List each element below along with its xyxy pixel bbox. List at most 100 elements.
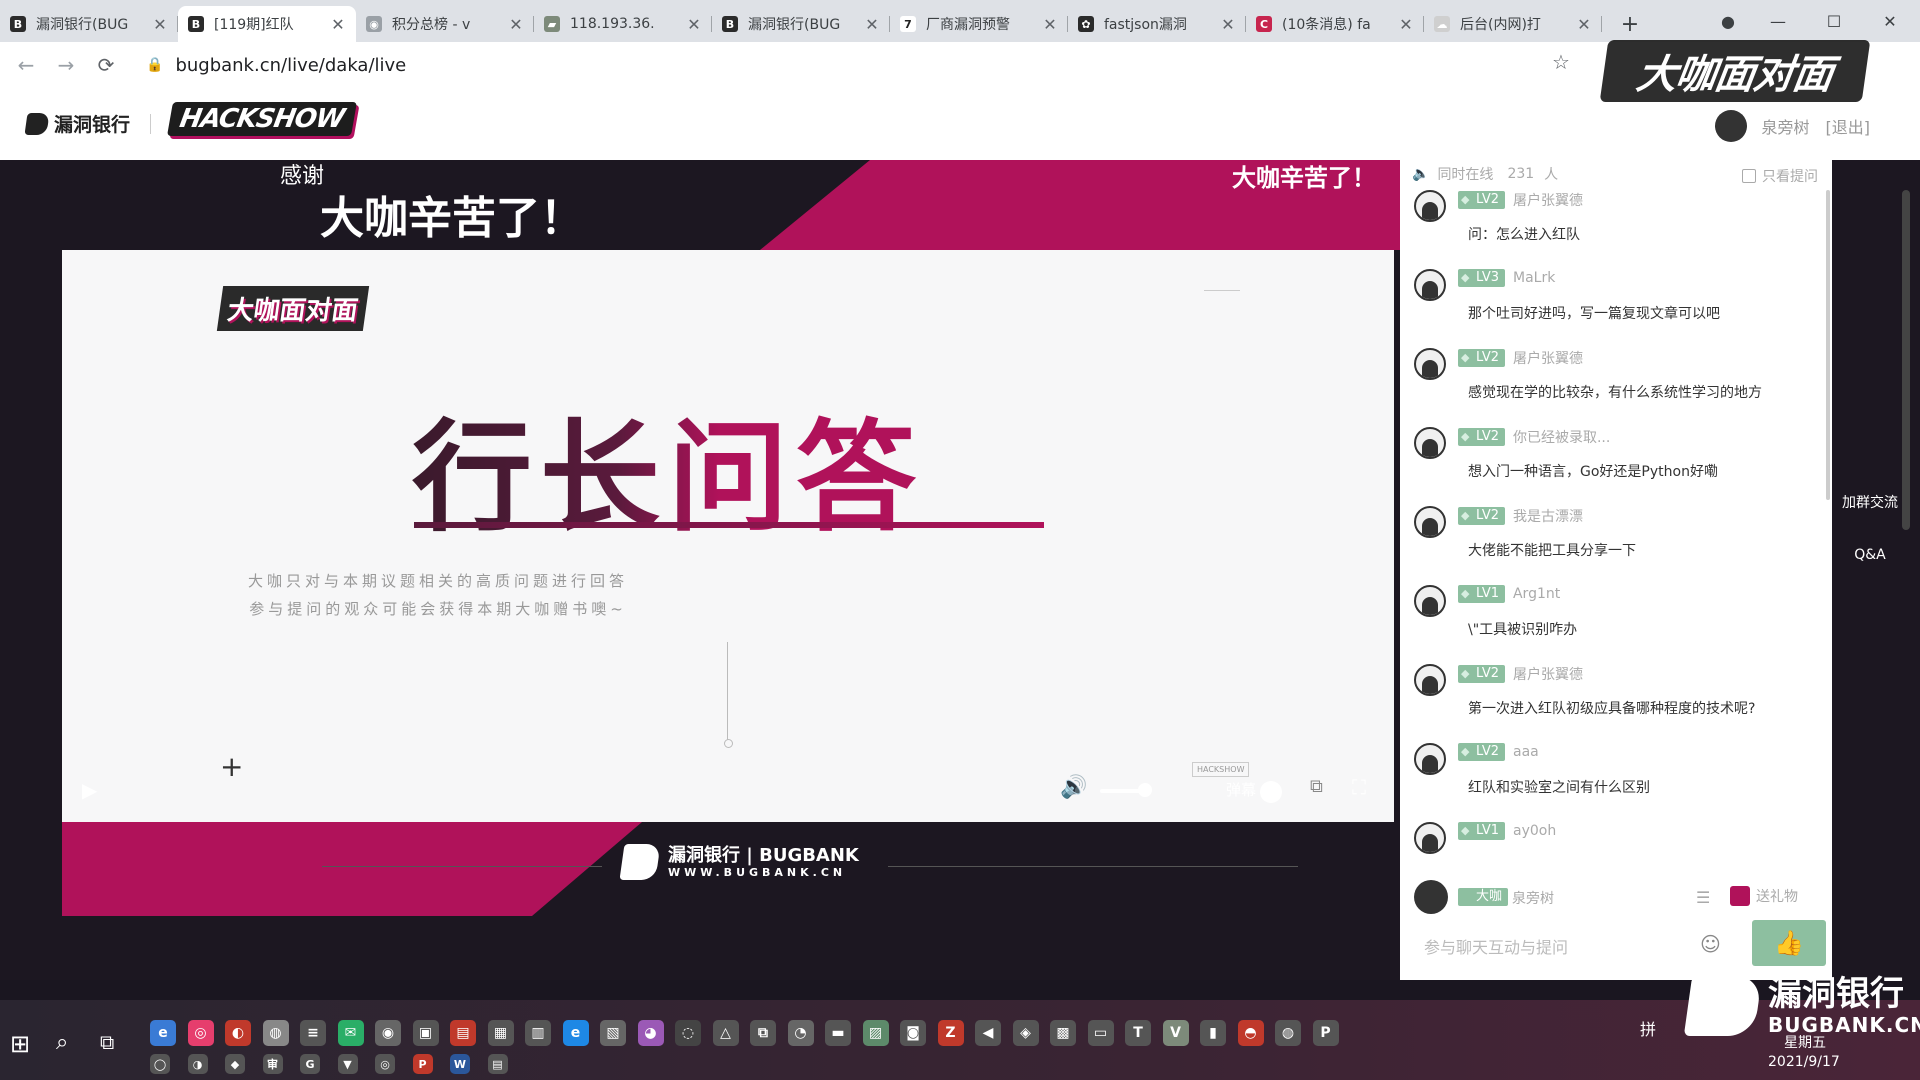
like-button[interactable]: 👍 (1752, 920, 1826, 966)
reload-button[interactable]: ⟳ (86, 45, 126, 85)
fullscreen-button[interactable]: ⛶ (1352, 775, 1366, 799)
danmu-toggle[interactable] (1260, 781, 1282, 803)
chat-scrollbar[interactable] (1826, 190, 1830, 500)
bookmark-star-icon[interactable]: ☆ (1552, 50, 1570, 74)
taskbar-app-icon[interactable]: ▩ (1050, 1020, 1076, 1046)
taskbar-app-icon[interactable]: ▧ (600, 1020, 626, 1046)
browser-tab[interactable]: ✿ fastjson漏洞 ✕ (1068, 6, 1246, 42)
chat-username[interactable]: 屠户张翼德 (1513, 348, 1583, 368)
taskbar-app-icon[interactable]: ▨ (862, 1020, 889, 1046)
taskbar-app-icon[interactable]: ◎ (187, 1020, 214, 1046)
browser-tab[interactable]: B [119期]红队 ✕ (178, 6, 356, 42)
user-avatar[interactable] (1715, 110, 1748, 142)
taskbar-app-icon[interactable]: ≡ (300, 1020, 326, 1046)
taskbar-app-icon[interactable]: ▮ (1200, 1020, 1226, 1046)
chat-username[interactable]: 屠户张翼德 (1513, 664, 1583, 684)
taskbar-app-icon[interactable]: ▼ (337, 1054, 358, 1074)
taskbar-app-icon[interactable]: 审 (262, 1054, 283, 1074)
browser-tab[interactable]: B 漏洞银行(BUG ✕ (0, 6, 178, 42)
search-icon[interactable]: ⌕ (56, 1030, 68, 1055)
taskbar-app-icon[interactable]: ◕ (637, 1020, 664, 1046)
volume-icon[interactable]: 🔊 (1060, 775, 1087, 800)
taskbar-app-icon[interactable]: ◈ (1012, 1020, 1039, 1046)
address-bar[interactable]: 🔒 bugbank.cn/live/daka/live (146, 55, 406, 76)
emoji-icon[interactable]: ☺ (1700, 932, 1721, 956)
taskbar-app-icon[interactable]: ▤ (450, 1020, 476, 1046)
browser-tab[interactable]: ◉ 积分总榜 - v ✕ (356, 6, 534, 42)
tab-close-icon[interactable]: ✕ (686, 15, 702, 34)
chat-username[interactable]: Arg1nt (1513, 586, 1560, 602)
taskbar-app-icon[interactable]: e (150, 1020, 176, 1046)
taskbar-app-icon[interactable]: ▬ (825, 1020, 851, 1046)
tab-close-icon[interactable]: ✕ (330, 15, 346, 34)
taskbar-app-icon[interactable]: ▣ (412, 1020, 439, 1046)
qa-button[interactable]: Q&A (1840, 546, 1900, 564)
pip-button[interactable]: ⧉ (1310, 776, 1323, 797)
join-group-button[interactable]: 加群交流 (1840, 494, 1900, 512)
questions-only-label[interactable]: 只看提问 (1762, 166, 1818, 186)
forward-button[interactable]: → (46, 45, 86, 85)
taskbar-app-icon[interactable]: ▦ (487, 1020, 514, 1046)
chat-avatar[interactable] (1414, 664, 1446, 696)
chat-avatar[interactable] (1414, 585, 1446, 617)
back-button[interactable]: ← (6, 45, 46, 85)
hackshow-logo[interactable]: HACKSHOW (167, 102, 357, 136)
taskbar-app-icon[interactable]: ▥ (525, 1020, 551, 1046)
taskbar-app-icon[interactable]: ◉ (375, 1020, 401, 1046)
taskbar-app-icon[interactable]: ◓ (1237, 1020, 1264, 1046)
taskbar-app-icon[interactable]: ◀ (975, 1020, 1001, 1046)
chat-username[interactable]: 我是古漂漂 (1513, 506, 1583, 526)
volume-slider-handle[interactable] (1138, 783, 1152, 797)
chat-username[interactable]: aaa (1513, 744, 1539, 760)
taskbar-app-icon[interactable]: ◍ (262, 1020, 289, 1046)
chat-avatar[interactable] (1414, 743, 1446, 775)
questions-only-checkbox[interactable] (1742, 169, 1756, 183)
gift-button[interactable]: 送礼物 (1730, 886, 1798, 906)
taskbar-app-icon[interactable]: e (562, 1020, 589, 1046)
list-icon[interactable]: ☰ (1696, 888, 1710, 907)
tab-close-icon[interactable]: ✕ (152, 15, 168, 34)
taskbar-app-icon[interactable]: ◯ (150, 1054, 170, 1074)
tab-close-icon[interactable]: ✕ (1220, 15, 1236, 34)
chat-avatar[interactable] (1414, 348, 1446, 380)
taskbar-app-icon[interactable]: ◍ (1275, 1020, 1301, 1046)
profile-icon[interactable]: ● (1700, 0, 1756, 42)
start-button[interactable]: ⊞ (10, 1030, 30, 1058)
tab-close-icon[interactable]: ✕ (1042, 15, 1058, 34)
taskbar-app-icon[interactable]: V (1162, 1020, 1189, 1046)
tab-close-icon[interactable]: ✕ (864, 15, 880, 34)
minimize-button[interactable]: — (1750, 0, 1806, 42)
taskbar-app-icon[interactable]: ◙ (900, 1020, 926, 1046)
task-view-icon[interactable]: ⧉ (100, 1030, 114, 1054)
chat-username[interactable]: ay0oh (1513, 823, 1556, 839)
chat-username[interactable]: MaLrk (1513, 270, 1555, 286)
chat-username[interactable]: 你已经被录取... (1513, 427, 1610, 447)
taskbar-app-icon[interactable]: ⧉ (750, 1020, 776, 1046)
taskbar-app-icon[interactable]: ◑ (187, 1054, 208, 1074)
taskbar-app-icon[interactable]: W (450, 1054, 470, 1074)
browser-tab[interactable]: ▰ 118.193.36. ✕ (534, 6, 712, 42)
chat-username[interactable]: 屠户张翼德 (1513, 190, 1583, 210)
page-scrollbar[interactable] (1902, 190, 1910, 530)
close-window-button[interactable]: ✕ (1862, 0, 1918, 42)
chat-avatar[interactable] (1414, 190, 1446, 222)
tray-date[interactable]: 2021/9/17 (1768, 1054, 1840, 1070)
browser-tab[interactable]: 7 厂商漏洞预警 ✕ (890, 6, 1068, 42)
taskbar-app-icon[interactable]: ◐ (225, 1020, 251, 1046)
chat-input[interactable]: 参与聊天互动与提问 (1410, 924, 1750, 968)
url-text[interactable]: bugbank.cn/live/daka/live (175, 55, 406, 76)
taskbar-app-icon[interactable]: G (300, 1054, 320, 1074)
chat-avatar[interactable] (1414, 269, 1446, 301)
browser-tab[interactable]: ☁ 后台(内网)打 ✕ (1424, 6, 1602, 42)
taskbar-app-icon[interactable]: P (412, 1054, 433, 1074)
browser-tab[interactable]: B 漏洞银行(BUG ✕ (712, 6, 890, 42)
logout-link[interactable]: [退出] (1826, 114, 1871, 138)
chat-avatar[interactable] (1414, 822, 1446, 854)
taskbar-app-icon[interactable]: T (1125, 1020, 1151, 1046)
play-button[interactable]: ▶ (82, 778, 97, 802)
chat-avatar[interactable] (1414, 506, 1446, 538)
ime-indicator[interactable]: 拼 (1640, 1016, 1656, 1040)
taskbar-app-icon[interactable]: ▭ (1087, 1020, 1114, 1046)
maximize-button[interactable]: ☐ (1806, 0, 1862, 42)
taskbar-app-icon[interactable]: ◎ (375, 1054, 395, 1074)
